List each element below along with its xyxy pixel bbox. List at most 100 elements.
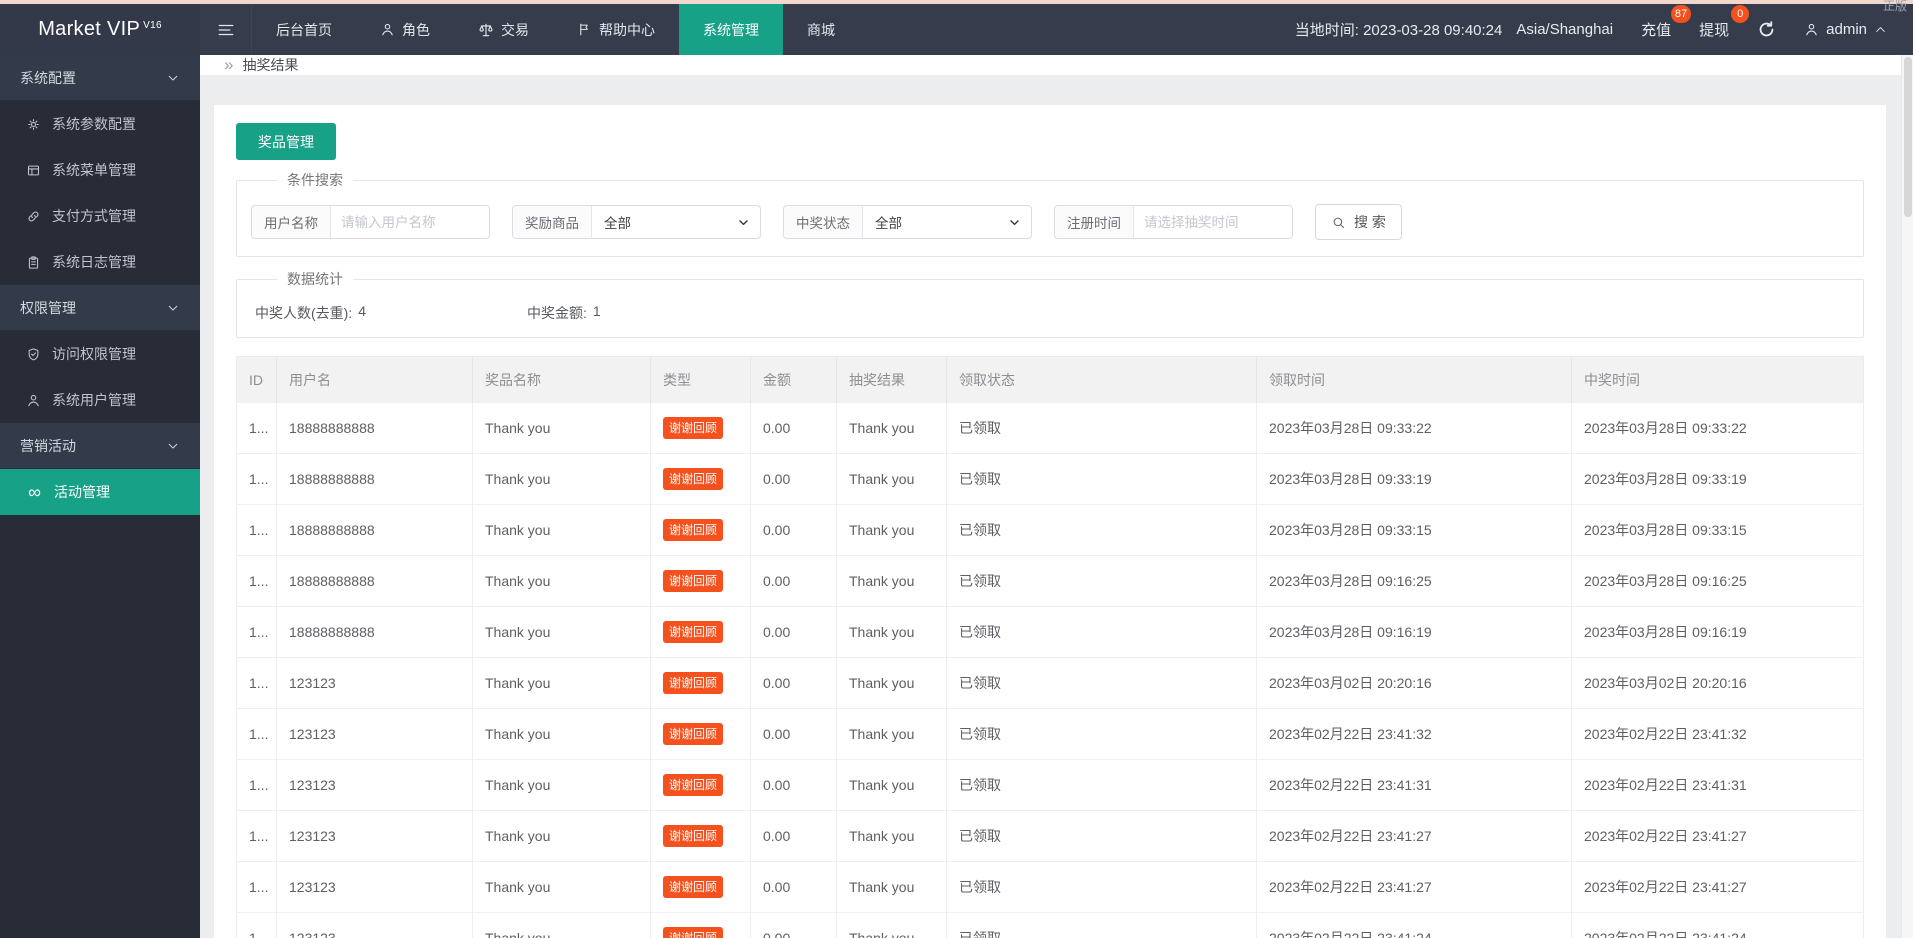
cell-id: 1... bbox=[236, 453, 277, 505]
col-header-draw-result: 抽奖结果 bbox=[836, 356, 947, 403]
cell-id: 1... bbox=[236, 504, 277, 556]
cell-claim-status: 已领取 bbox=[946, 606, 1257, 658]
table-row: 1... 123123 Thank you 谢谢回顾 0.00 Thank yo… bbox=[236, 810, 1864, 862]
sidebar-item-system-menu[interactable]: 系统菜单管理 bbox=[0, 147, 200, 193]
register-time-input[interactable] bbox=[1134, 206, 1292, 238]
cell-win-time: 2023年03月28日 09:33:15 bbox=[1571, 504, 1864, 556]
cell-claim-time: 2023年02月22日 23:41:31 bbox=[1256, 759, 1572, 811]
type-badge: 谢谢回顾 bbox=[663, 519, 724, 541]
col-header-claim-status: 领取状态 bbox=[946, 356, 1257, 403]
cell-win-time: 2023年02月22日 23:41:32 bbox=[1571, 708, 1864, 760]
cell-amount: 0.00 bbox=[750, 555, 837, 607]
cell-claim-status: 已领取 bbox=[946, 555, 1257, 607]
sidebar-group-permissions[interactable]: 权限管理 bbox=[0, 285, 200, 331]
user-menu[interactable]: admin bbox=[1804, 21, 1887, 38]
nav-trade[interactable]: 交易 bbox=[454, 4, 553, 55]
username-field-label: 用户名称 bbox=[252, 206, 331, 238]
table-row: 1... 123123 Thank you 谢谢回顾 0.00 Thank yo… bbox=[236, 861, 1864, 913]
flag-icon bbox=[577, 22, 592, 37]
sidebar-group-system-config[interactable]: 系统配置 bbox=[0, 55, 200, 101]
col-header-amount: 金额 bbox=[750, 356, 837, 403]
cell-id: 1... bbox=[236, 759, 277, 811]
scales-icon bbox=[478, 22, 494, 38]
group-label: 系统配置 bbox=[20, 69, 76, 86]
refresh-button[interactable] bbox=[1757, 20, 1776, 39]
cell-win-time: 2023年03月02日 20:20:16 bbox=[1571, 657, 1864, 709]
type-badge: 谢谢回顾 bbox=[663, 927, 724, 938]
cell-amount: 0.00 bbox=[750, 708, 837, 760]
link-icon bbox=[26, 209, 41, 224]
cell-amount: 0.00 bbox=[750, 810, 837, 862]
sidebar-item-label: 系统菜单管理 bbox=[52, 162, 136, 178]
cell-prize-name: Thank you bbox=[472, 708, 651, 760]
cell-amount: 0.00 bbox=[750, 504, 837, 556]
sidebar-item-label: 系统用户管理 bbox=[52, 392, 136, 408]
win-status-select[interactable]: 全部 bbox=[863, 206, 1031, 238]
reward-product-select[interactable]: 全部 bbox=[592, 206, 760, 238]
sidebar-item-label: 系统参数配置 bbox=[52, 116, 136, 132]
cell-claim-time: 2023年03月28日 09:33:15 bbox=[1256, 504, 1572, 556]
sidebar-item-access-permissions[interactable]: 访问权限管理 bbox=[0, 331, 200, 377]
search-button[interactable]: 搜 索 bbox=[1315, 204, 1402, 240]
cell-win-time: 2023年03月28日 09:16:25 bbox=[1571, 555, 1864, 607]
cell-type: 谢谢回顾 bbox=[650, 657, 751, 709]
cell-type: 谢谢回顾 bbox=[650, 504, 751, 556]
table-row: 1... 18888888888 Thank you 谢谢回顾 0.00 Tha… bbox=[236, 402, 1864, 454]
scrollbar-thumb[interactable] bbox=[1904, 57, 1912, 217]
sidebar-item-system-logs[interactable]: 系统日志管理 bbox=[0, 239, 200, 285]
cell-prize-name: Thank you bbox=[472, 555, 651, 607]
cell-type: 谢谢回顾 bbox=[650, 555, 751, 607]
sidebar-item-system-params[interactable]: 系统参数配置 bbox=[0, 101, 200, 147]
recharge-button[interactable]: 充值 87 bbox=[1641, 5, 1692, 40]
cell-claim-status: 已领取 bbox=[946, 759, 1257, 811]
cell-amount: 0.00 bbox=[750, 402, 837, 454]
sidebar-item-label: 系统日志管理 bbox=[52, 254, 136, 270]
sidebar-item-system-users[interactable]: 系统用户管理 bbox=[0, 377, 200, 423]
cell-id: 1... bbox=[236, 402, 277, 454]
nav-system-manage[interactable]: 系统管理 bbox=[679, 4, 783, 55]
cell-username: 18888888888 bbox=[276, 453, 473, 505]
cell-claim-status: 已领取 bbox=[946, 453, 1257, 505]
cell-claim-status: 已领取 bbox=[946, 657, 1257, 709]
reward-product-group: 奖励商品 全部 bbox=[512, 205, 761, 239]
cell-amount: 0.00 bbox=[750, 657, 837, 709]
cell-prize-name: Thank you bbox=[472, 810, 651, 862]
withdraw-button[interactable]: 提现 0 bbox=[1699, 5, 1750, 40]
cell-claim-time: 2023年03月02日 20:20:16 bbox=[1256, 657, 1572, 709]
prize-manage-button[interactable]: 奖品管理 bbox=[236, 123, 336, 160]
cell-claim-time: 2023年03月28日 09:16:19 bbox=[1256, 606, 1572, 658]
username-input[interactable] bbox=[331, 206, 489, 238]
main-nav: 后台首页 角色 交易 帮助中心 系统管理 商城 bbox=[252, 4, 859, 55]
cell-draw-result: Thank you bbox=[836, 657, 947, 709]
app-version: V16 bbox=[143, 20, 162, 31]
nav-mall[interactable]: 商城 bbox=[783, 4, 859, 55]
sidebar-item-payment-methods[interactable]: 支付方式管理 bbox=[0, 193, 200, 239]
table-row: 1... 123123 Thank you 谢谢回顾 0.00 Thank yo… bbox=[236, 912, 1864, 938]
register-time-group: 注册时间 bbox=[1054, 205, 1293, 239]
nav-roles[interactable]: 角色 bbox=[356, 4, 454, 55]
sidebar-toggle-button[interactable] bbox=[200, 4, 252, 55]
sidebar-item-label: 活动管理 bbox=[54, 484, 110, 500]
cell-prize-name: Thank you bbox=[472, 504, 651, 556]
nav-roles-label: 角色 bbox=[402, 21, 430, 38]
page-scrollbar[interactable] bbox=[1901, 55, 1913, 938]
winners-stat-label: 中奖人数(去重): bbox=[255, 305, 353, 321]
sidebar-group-marketing[interactable]: 营销活动 bbox=[0, 423, 200, 469]
table-body: 1... 18888888888 Thank you 谢谢回顾 0.00 Tha… bbox=[236, 402, 1864, 938]
cell-prize-name: Thank you bbox=[472, 606, 651, 658]
cell-amount: 0.00 bbox=[750, 453, 837, 505]
cell-claim-time: 2023年02月22日 23:41:27 bbox=[1256, 861, 1572, 913]
chevron-down-icon bbox=[1008, 216, 1021, 229]
username-text: admin bbox=[1826, 21, 1867, 38]
nav-dashboard[interactable]: 后台首页 bbox=[252, 4, 356, 55]
nav-help-center[interactable]: 帮助中心 bbox=[553, 4, 679, 55]
sidebar-item-activity-manage[interactable]: ∞ 活动管理 bbox=[0, 469, 200, 515]
local-time-group: 当地时间: 2023-03-28 09:40:24 Asia/Shanghai bbox=[1295, 19, 1613, 40]
nav-mall-label: 商城 bbox=[807, 21, 835, 38]
hamburger-icon bbox=[217, 21, 235, 39]
amount-stat: 中奖金额: 1 bbox=[527, 303, 601, 323]
cell-prize-name: Thank you bbox=[472, 657, 651, 709]
topbar: Market VIP V16 后台首页 角色 交易 帮助中心 系统管理 商城 当地… bbox=[0, 4, 1913, 55]
cell-draw-result: Thank you bbox=[836, 606, 947, 658]
cell-username: 123123 bbox=[276, 708, 473, 760]
